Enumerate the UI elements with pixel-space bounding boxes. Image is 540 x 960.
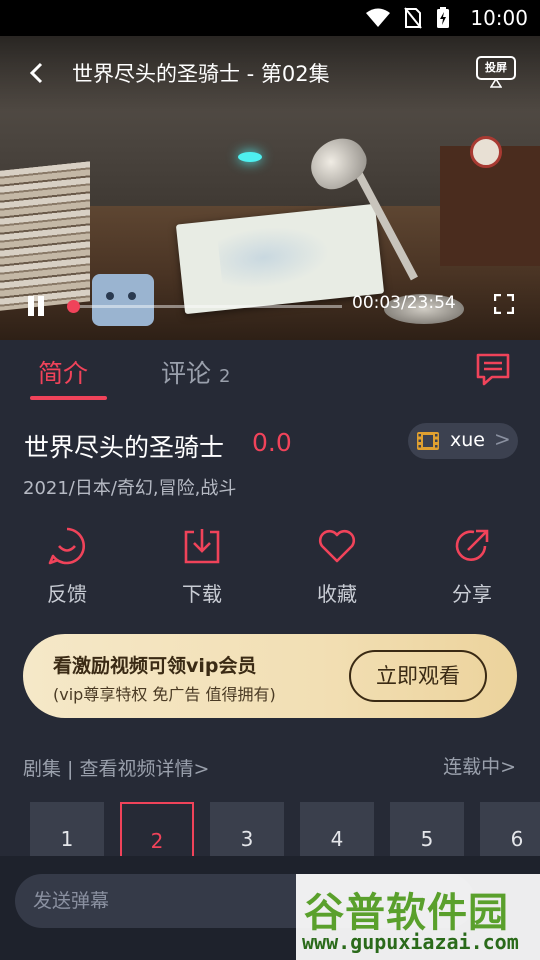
heart-icon bbox=[318, 529, 356, 563]
vip-subtitle: (vip尊享特权 免广告 值得拥有) bbox=[53, 685, 276, 704]
tab-comments-count: 2 bbox=[218, 366, 231, 387]
video-details-link[interactable]: 剧集 | 查看视频详情> bbox=[23, 754, 209, 781]
wifi-icon bbox=[366, 8, 390, 27]
vip-banner[interactable]: 看激励视频可领vip会员 (vip尊享特权 免广告 值得拥有) 立即观看 bbox=[23, 634, 517, 718]
video-frame-butterfly bbox=[238, 152, 262, 162]
time-display: 00:03/23:54 bbox=[352, 293, 456, 313]
show-meta: 2021/日本/奇幻,冒险,战斗 bbox=[23, 478, 237, 499]
share-button[interactable]: 分享 bbox=[432, 526, 512, 606]
chevron-right-icon: > bbox=[494, 427, 511, 451]
no-sim-icon bbox=[404, 7, 422, 29]
progress-thumb[interactable] bbox=[66, 300, 80, 313]
episode-6[interactable]: 6 bbox=[480, 802, 540, 856]
airing-status-link[interactable]: 连载中> bbox=[443, 752, 516, 779]
status-bar: 10:00 bbox=[0, 0, 540, 36]
status-time: 10:00 bbox=[470, 6, 528, 30]
smile-feedback-icon bbox=[48, 527, 86, 565]
film-icon bbox=[417, 432, 439, 450]
pause-button[interactable] bbox=[24, 294, 48, 318]
status-icons bbox=[366, 7, 450, 29]
chevron-left-icon bbox=[29, 62, 43, 84]
episode-4[interactable]: 4 bbox=[300, 802, 374, 856]
share-icon bbox=[455, 529, 489, 561]
episode-2[interactable]: 2 bbox=[120, 802, 194, 856]
watermark: 谷普软件园 www.gupuxiazai.com bbox=[296, 874, 540, 960]
episode-1[interactable]: 1 bbox=[30, 802, 104, 856]
episode-list: 123456 bbox=[0, 800, 540, 856]
tab-active-indicator bbox=[30, 396, 107, 400]
vip-title: 看激励视频可领vip会员 bbox=[53, 655, 257, 677]
tab-comments[interactable]: 评论 2 bbox=[161, 354, 230, 390]
watch-now-button[interactable]: 立即观看 bbox=[349, 650, 487, 702]
cast-label: 投屏 bbox=[476, 56, 516, 80]
feedback-button[interactable]: 反馈 bbox=[27, 526, 107, 606]
share-label: 分享 bbox=[452, 582, 492, 606]
episode-3[interactable]: 3 bbox=[210, 802, 284, 856]
battery-charging-icon bbox=[437, 7, 449, 28]
player-controls: 00:03/23:54 bbox=[0, 276, 540, 334]
show-title: 世界尽头的圣骑士 bbox=[24, 433, 225, 462]
tab-comments-label: 评论 bbox=[161, 359, 212, 388]
fullscreen-icon bbox=[493, 293, 515, 315]
progress-track[interactable] bbox=[72, 305, 342, 308]
episode-5[interactable]: 5 bbox=[390, 802, 464, 856]
cast-triangle-icon bbox=[490, 78, 502, 88]
uploader-chip[interactable]: xue > bbox=[408, 423, 518, 459]
feedback-label: 反馈 bbox=[47, 582, 87, 606]
notes-icon bbox=[476, 353, 510, 386]
favorite-label: 收藏 bbox=[317, 582, 357, 606]
favorite-button[interactable]: 收藏 bbox=[297, 526, 377, 606]
cast-button[interactable]: 投屏 bbox=[476, 54, 516, 90]
notes-button[interactable] bbox=[474, 352, 512, 388]
download-label: 下载 bbox=[182, 582, 222, 606]
download-button[interactable]: 下载 bbox=[162, 526, 242, 606]
fullscreen-button[interactable] bbox=[493, 293, 515, 315]
download-icon bbox=[184, 529, 220, 564]
uploader-name: xue bbox=[450, 429, 485, 451]
back-button[interactable] bbox=[22, 56, 52, 90]
tab-intro[interactable]: 简介 bbox=[38, 354, 88, 390]
show-score: 0.0 bbox=[252, 428, 292, 457]
video-frame-clock bbox=[470, 136, 502, 168]
video-title: 世界尽头的圣骑士 - 第02集 bbox=[72, 62, 330, 86]
watermark-url: www.gupuxiazai.com bbox=[302, 930, 519, 954]
